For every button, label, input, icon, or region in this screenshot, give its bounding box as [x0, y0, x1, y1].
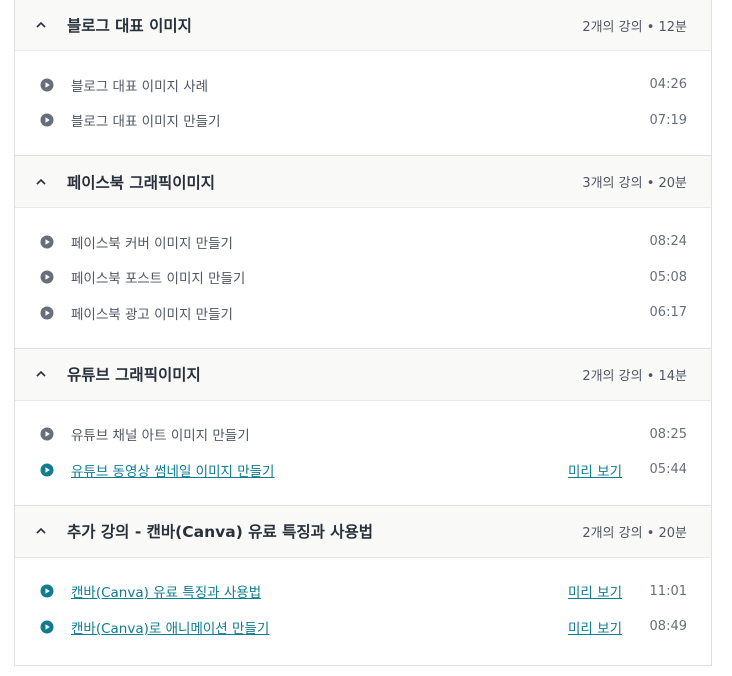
lecture-duration: 11:01	[649, 583, 687, 599]
section-meta: 2개의 강의 • 12분	[582, 19, 687, 35]
play-icon	[40, 235, 54, 249]
play-icon	[40, 113, 54, 127]
play-icon	[40, 584, 54, 598]
lecture-title: 블로그 대표 이미지 사례	[71, 78, 209, 95]
lecture-item[interactable]: 페이스북 광고 이미지 만들기 06:17	[15, 295, 711, 331]
lecture-title-link[interactable]: 유튜브 동영상 썸네일 이미지 만들기	[71, 460, 274, 480]
lecture-item[interactable]: 블로그 대표 이미지 사례 04:26	[15, 67, 711, 103]
lecture-duration: 06:17	[649, 305, 687, 321]
section-header[interactable]: 추가 강의 - 캔바(Canva) 유료 특징과 사용법 2개의 강의 • 20…	[15, 505, 711, 558]
section-body: 블로그 대표 이미지 사례 04:26 블로그 대표 이미지 만들기 07:19	[15, 51, 711, 155]
lecture-title: 페이스북 포스트 이미지 만들기	[71, 271, 246, 288]
section-meta: 2개의 강의 • 20분	[582, 525, 687, 541]
play-icon	[40, 78, 54, 92]
lecture-duration: 05:44	[649, 462, 687, 478]
lecture-duration: 05:08	[649, 269, 687, 285]
lecture-item[interactable]: 캔바(Canva) 유료 특징과 사용법 미리 보기 11:01	[15, 574, 711, 610]
lecture-item[interactable]: 블로그 대표 이미지 만들기 07:19	[15, 103, 711, 139]
section-title: 블로그 대표 이미지	[67, 17, 192, 35]
preview-link[interactable]: 미리 보기	[568, 617, 622, 637]
lecture-duration: 08:25	[649, 426, 687, 442]
curriculum-section: 페이스북 그래픽이미지 3개의 강의 • 20분 페이스북 커버 이미지 만들기…	[15, 156, 711, 349]
curriculum-section: 추가 강의 - 캔바(Canva) 유료 특징과 사용법 2개의 강의 • 20…	[15, 505, 711, 662]
section-header[interactable]: 페이스북 그래픽이미지 3개의 강의 • 20분	[15, 156, 711, 208]
section-body: 페이스북 커버 이미지 만들기 08:24 페이스북 포스트 이미지 만들기 0…	[15, 208, 711, 348]
lecture-item[interactable]: 페이스북 포스트 이미지 만들기 05:08	[15, 260, 711, 296]
lecture-title: 페이스북 커버 이미지 만들기	[71, 235, 233, 252]
section-title: 페이스북 그래픽이미지	[67, 173, 215, 192]
curriculum-list: 블로그 대표 이미지 2개의 강의 • 12분 블로그 대표 이미지 사례 04…	[14, 0, 712, 666]
section-body: 유튜브 채널 아트 이미지 만들기 08:25 유튜브 동영상 썸네일 이미지 …	[15, 401, 711, 505]
curriculum-section: 유튜브 그래픽이미지 2개의 강의 • 14분 유튜브 채널 아트 이미지 만들…	[15, 348, 711, 506]
lecture-duration: 07:19	[649, 112, 687, 128]
section-title: 추가 강의 - 캔바(Canva) 유료 특징과 사용법	[67, 523, 374, 541]
curriculum-section: 블로그 대표 이미지 2개의 강의 • 12분 블로그 대표 이미지 사례 04…	[15, 0, 711, 156]
chevron-up-icon[interactable]	[34, 524, 48, 538]
preview-link[interactable]: 미리 보기	[568, 581, 622, 601]
lecture-title-link[interactable]: 캔바(Canva)로 애니메이션 만들기	[71, 617, 269, 637]
chevron-up-icon[interactable]	[34, 175, 48, 189]
lecture-item[interactable]: 유튜브 동영상 썸네일 이미지 만들기 미리 보기 05:44	[15, 452, 711, 488]
chevron-up-icon[interactable]	[34, 367, 48, 381]
section-header[interactable]: 유튜브 그래픽이미지 2개의 강의 • 14분	[15, 348, 711, 401]
play-icon	[40, 427, 54, 441]
lecture-item[interactable]: 페이스북 커버 이미지 만들기 08:24	[15, 224, 711, 260]
preview-link[interactable]: 미리 보기	[568, 460, 622, 480]
play-icon	[40, 306, 54, 320]
section-title: 유튜브 그래픽이미지	[67, 366, 201, 384]
play-icon	[40, 620, 54, 634]
lecture-item[interactable]: 유튜브 채널 아트 이미지 만들기 08:25	[15, 417, 711, 453]
lecture-duration: 08:49	[649, 619, 687, 635]
lecture-title: 블로그 대표 이미지 만들기	[71, 114, 221, 131]
lecture-item[interactable]: 캔바(Canva)로 애니메이션 만들기 미리 보기 08:49	[15, 609, 711, 645]
play-icon	[40, 463, 54, 477]
lecture-title-link[interactable]: 캔바(Canva) 유료 특징과 사용법	[71, 581, 261, 601]
lecture-title: 페이스북 광고 이미지 만들기	[71, 306, 233, 323]
section-meta: 2개의 강의 • 14분	[582, 368, 687, 384]
lecture-duration: 04:26	[649, 77, 687, 93]
chevron-up-icon[interactable]	[34, 18, 48, 32]
lecture-duration: 08:24	[649, 234, 687, 250]
section-header[interactable]: 블로그 대표 이미지 2개의 강의 • 12분	[15, 0, 711, 51]
section-meta: 3개의 강의 • 20분	[582, 176, 687, 191]
play-icon	[40, 270, 54, 284]
section-body: 캔바(Canva) 유료 특징과 사용법 미리 보기 11:01 캔바(Canv…	[15, 558, 711, 662]
lecture-title: 유튜브 채널 아트 이미지 만들기	[71, 428, 250, 445]
